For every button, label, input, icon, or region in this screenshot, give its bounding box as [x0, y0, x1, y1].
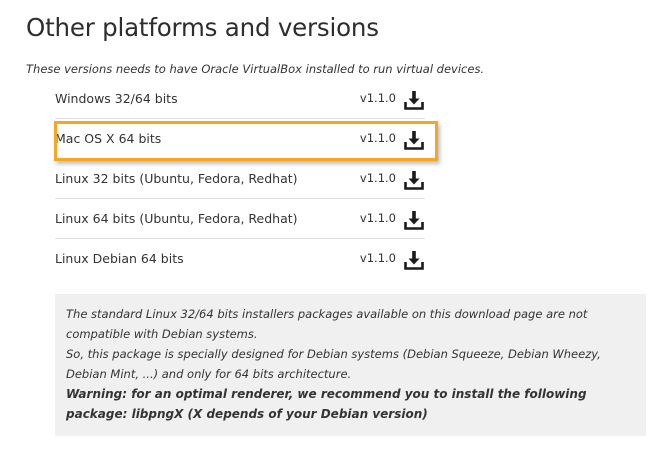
- platform-name: Linux 32 bits (Ubuntu, Fedora, Redhat): [55, 171, 298, 186]
- debian-notice: The standard Linux 32/64 bits installers…: [55, 294, 646, 436]
- page-title: Other platforms and versions: [26, 13, 379, 42]
- platform-row-linux-debian: Linux Debian 64 bits v1.1.0: [55, 239, 425, 279]
- platform-row-macos: Mac OS X 64 bits v1.1.0: [55, 119, 425, 159]
- platform-name: Mac OS X 64 bits: [55, 131, 162, 146]
- notice-compatibility-text: The standard Linux 32/64 bits installers…: [66, 307, 588, 341]
- download-icon[interactable]: [403, 89, 425, 111]
- platform-row-windows: Windows 32/64 bits v1.1.0: [55, 79, 425, 119]
- notice-package-text: So, this package is specially designed f…: [66, 347, 601, 381]
- notice-warning-text: Warning: for an optimal renderer, we rec…: [66, 387, 587, 421]
- platform-version: v1.1.0: [359, 131, 396, 145]
- platform-list: Windows 32/64 bits v1.1.0 Mac OS X 64 bi…: [55, 79, 425, 279]
- page-subtitle: These versions needs to have Oracle Virt…: [26, 62, 485, 76]
- download-icon[interactable]: [403, 129, 425, 151]
- platform-version: v1.1.0: [359, 211, 396, 225]
- download-icon[interactable]: [403, 249, 425, 271]
- platform-name: Windows 32/64 bits: [55, 91, 178, 106]
- platform-version: v1.1.0: [359, 171, 396, 185]
- platform-row-linux-64: Linux 64 bits (Ubuntu, Fedora, Redhat) v…: [55, 199, 425, 239]
- platform-name: Linux 64 bits (Ubuntu, Fedora, Redhat): [55, 211, 298, 226]
- download-icon[interactable]: [403, 169, 425, 191]
- platform-version: v1.1.0: [359, 91, 396, 105]
- platform-row-linux-32: Linux 32 bits (Ubuntu, Fedora, Redhat) v…: [55, 159, 425, 199]
- download-icon[interactable]: [403, 209, 425, 231]
- platform-name: Linux Debian 64 bits: [55, 251, 184, 266]
- platform-version: v1.1.0: [359, 251, 396, 265]
